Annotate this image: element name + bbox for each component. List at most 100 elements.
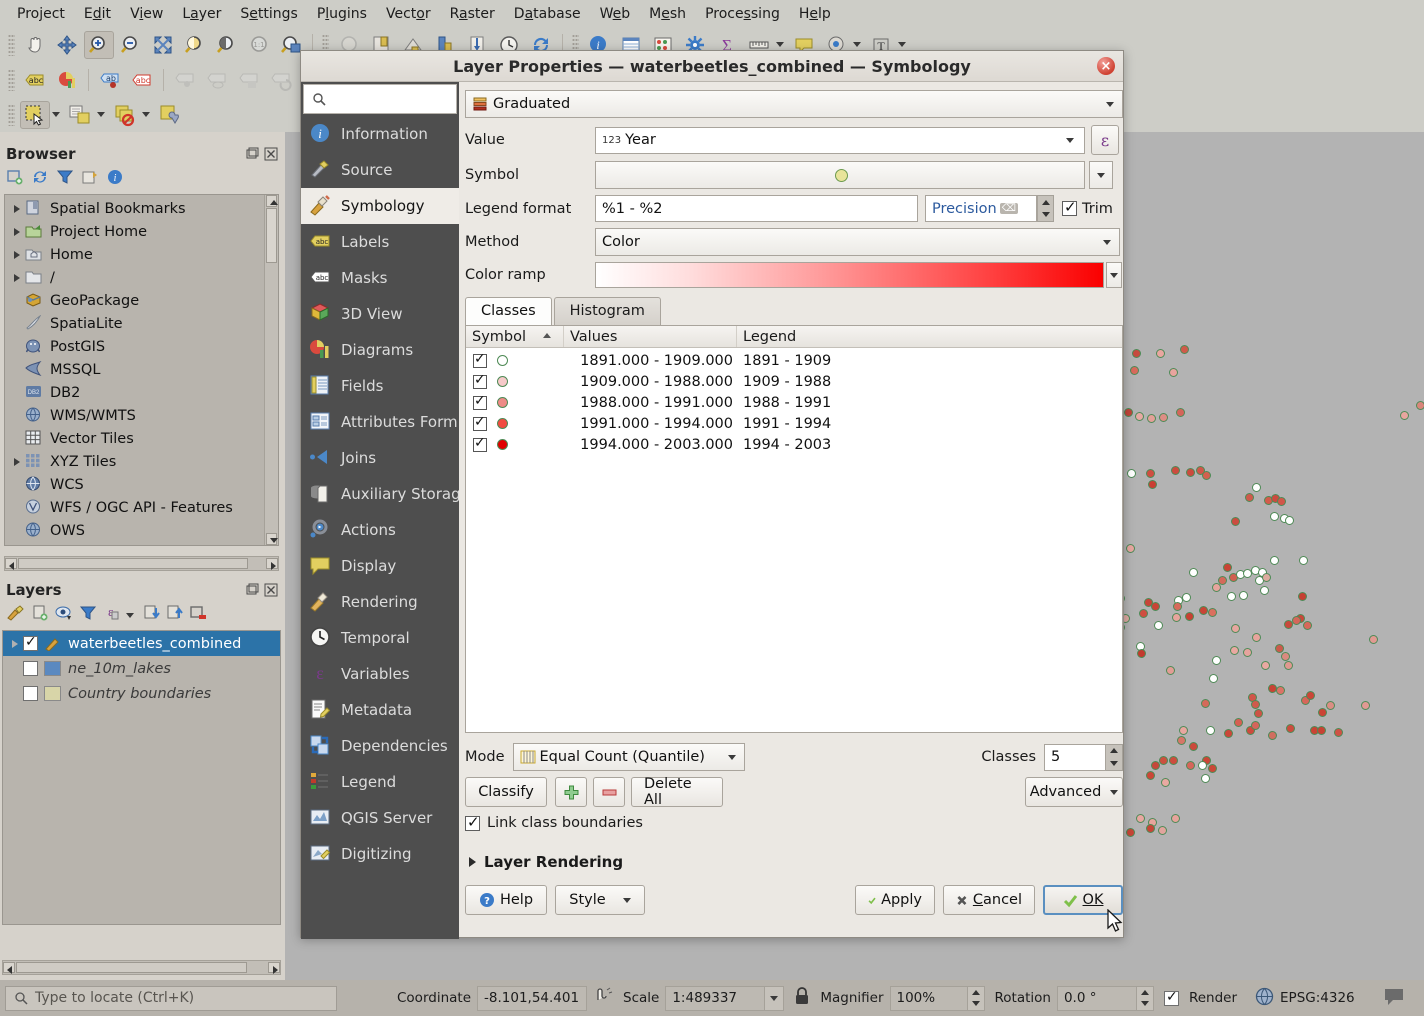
chevron-down-icon[interactable] [1103, 239, 1111, 245]
expand-arrow-icon[interactable] [9, 454, 25, 470]
color-ramp-dropdown[interactable] [1106, 262, 1122, 288]
coordinate-input[interactable]: -8.101,54.401 [477, 985, 588, 1011]
precision-spinbox[interactable]: Precision ⌫ [925, 195, 1037, 222]
nav-item-information[interactable]: i Information [301, 116, 459, 152]
expression-filter-icon[interactable]: ε [102, 604, 120, 626]
classes-table[interactable]: Symbol Values Legend 1891.000 - 1909.000… [465, 325, 1123, 733]
classes-stepper[interactable] [1106, 743, 1123, 771]
color-ramp-preview[interactable] [595, 262, 1104, 288]
class-visibility-checkbox[interactable] [473, 351, 487, 368]
tab-histogram[interactable]: Histogram [553, 297, 661, 325]
cancel-button[interactable]: Cancel [943, 885, 1035, 915]
nav-item-dependencies[interactable]: Dependencies [301, 728, 459, 764]
nav-item-metadata[interactable]: Metadata [301, 692, 459, 728]
nav-item-diagrams[interactable]: Diagrams [301, 332, 459, 368]
layer-rendering-expander-icon[interactable] [469, 857, 476, 867]
nav-item-fields[interactable]: Fields [301, 368, 459, 404]
table-row[interactable]: 1991.000 - 1994.000 1991 - 1994 [466, 413, 1122, 434]
expand-arrow-icon[interactable] [9, 224, 25, 240]
nav-item-legend[interactable]: Legend [301, 764, 459, 800]
stepper-down-arrow[interactable] [1038, 209, 1053, 222]
chevron-down-icon[interactable] [1110, 789, 1119, 795]
stepper-down-arrow[interactable] [968, 998, 984, 1010]
add-layer-icon[interactable] [6, 168, 24, 190]
scroll-right-arrow[interactable] [268, 962, 280, 974]
add-group-icon[interactable] [31, 604, 49, 626]
pan-map-icon[interactable] [20, 31, 50, 59]
toolbar-grip[interactable] [8, 68, 15, 91]
precision-clear-icon[interactable]: ⌫ [999, 203, 1018, 214]
browser-item[interactable]: DB2 DB2 [5, 381, 264, 404]
crs-label[interactable]: EPSG:4326 [1280, 990, 1355, 1006]
precision-stepper[interactable] [1037, 195, 1054, 222]
select-features-icon[interactable] [20, 100, 50, 129]
menu-item-settings[interactable]: Settings [231, 3, 306, 25]
rotation-input[interactable]: 0.0 ° [1056, 985, 1137, 1011]
dialog-title-bar[interactable]: Layer Properties — waterbeetles_combined… [301, 51, 1123, 82]
spatial-bookmarks-dropdown-icon[interactable] [853, 42, 861, 47]
nav-item-qgis-server[interactable]: QGIS Server [301, 800, 459, 836]
layer-visibility-checkbox[interactable] [23, 686, 38, 701]
table-row[interactable]: 1994.000 - 2003.000 1994 - 2003 [466, 434, 1122, 455]
select-form-dropdown-icon[interactable] [97, 112, 105, 117]
deselect-dropdown-icon[interactable] [142, 112, 150, 117]
link-class-boundaries-checkbox[interactable] [465, 813, 480, 831]
chevron-down-icon[interactable] [1097, 172, 1105, 178]
ok-button[interactable]: OK [1043, 885, 1123, 915]
menu-item-processing[interactable]: Processing [696, 3, 789, 25]
filter-browser-icon[interactable] [56, 168, 74, 190]
browser-item[interactable]: WCS [5, 473, 264, 496]
expression-dropdown-icon[interactable] [126, 612, 134, 618]
browser-item[interactable]: SpatiaLite [5, 312, 264, 335]
class-visibility-checkbox[interactable] [473, 414, 487, 431]
help-button[interactable]: ? Help [465, 885, 547, 915]
layers-tree[interactable]: waterbeetles_combined ne_10m_lakes Country… [2, 630, 281, 925]
pan-to-selection-icon[interactable] [52, 31, 82, 59]
nav-search-input[interactable] [303, 84, 457, 114]
lock-icon[interactable] [794, 986, 810, 1010]
mode-combo[interactable]: Equal Count (Quantile) [512, 743, 745, 771]
browser-item[interactable]: GeoPackage [5, 289, 264, 312]
style-button[interactable]: Style [555, 885, 645, 915]
browser-item[interactable]: ArcGIS Map Service [5, 542, 264, 545]
undock-icon[interactable] [245, 147, 260, 162]
expand-arrow-icon[interactable] [7, 636, 23, 652]
table-row[interactable]: 1891.000 - 1909.000 1891 - 1909 [466, 350, 1122, 371]
layers-hscrollbar[interactable] [2, 960, 281, 975]
expand-arrow-icon[interactable] [9, 270, 25, 286]
menu-item-raster[interactable]: Raster [441, 3, 504, 25]
nav-item-masks[interactable]: abc Masks [301, 260, 459, 296]
show-hide-labels-icon[interactable] [202, 66, 232, 94]
class-symbol-swatch[interactable] [497, 376, 508, 387]
method-combo[interactable]: Color [595, 228, 1120, 256]
diagram-icon[interactable] [52, 66, 82, 94]
layer-visibility-checkbox[interactable] [23, 661, 38, 676]
browser-item[interactable]: XYZ Tiles [5, 450, 264, 473]
menu-item-edit[interactable]: Edit [75, 3, 120, 25]
expand-arrow-icon[interactable] [9, 247, 25, 263]
render-checkbox[interactable] [1163, 989, 1179, 1006]
class-symbol-swatch[interactable] [497, 418, 508, 429]
rotation-stepper[interactable] [1136, 985, 1154, 1011]
select-form-icon[interactable] [65, 101, 95, 129]
select-dropdown-icon[interactable] [52, 112, 60, 117]
scroll-left-arrow[interactable] [3, 962, 15, 974]
measure-dropdown-icon[interactable] [776, 42, 784, 47]
scale-dropdown[interactable] [765, 985, 785, 1011]
class-visibility-checkbox[interactable] [473, 372, 487, 389]
nav-item-joins[interactable]: Joins [301, 440, 459, 476]
browser-vscrollbar[interactable] [264, 195, 278, 545]
browser-item[interactable]: MSSQL [5, 358, 264, 381]
zoom-to-selection-icon[interactable] [180, 31, 210, 59]
menu-item-vector[interactable]: Vector [377, 3, 440, 25]
browser-tree[interactable]: Spatial Bookmarks Project Home Home / GeoPac… [4, 194, 279, 546]
layer-rendering-label[interactable]: Layer Rendering [484, 853, 623, 871]
table-row[interactable]: 1909.000 - 1988.000 1909 - 1988 [466, 371, 1122, 392]
nav-item-labels[interactable]: abc Labels [301, 224, 459, 260]
browser-item[interactable]: Spatial Bookmarks [5, 197, 264, 220]
menu-item-mesh[interactable]: Mesh [640, 3, 695, 25]
toggle-extents-icon[interactable] [593, 986, 613, 1010]
nav-item-variables[interactable]: ε Variables [301, 656, 459, 692]
browser-item[interactable]: PostGIS [5, 335, 264, 358]
move-label-icon[interactable] [170, 66, 200, 94]
